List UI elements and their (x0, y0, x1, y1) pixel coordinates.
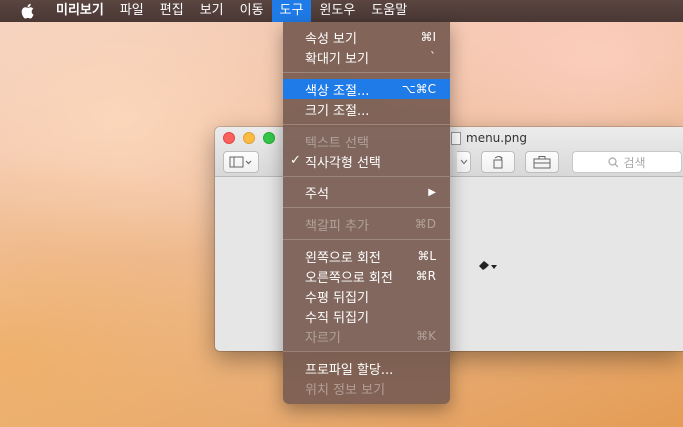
rotate-icon (493, 156, 503, 169)
close-window-button[interactable] (223, 132, 235, 144)
menu-item-rotate-left[interactable]: 왼쪽으로 회전 ⌘L (283, 246, 450, 266)
menu-item-label: 위치 정보 보기 (305, 382, 386, 398)
menu-item-label: 색상 조절... (305, 83, 370, 99)
menu-window[interactable]: 윈도우 (311, 0, 363, 22)
menu-item-show-magnifier[interactable]: 확대기 보기 ` (283, 47, 450, 67)
zoom-window-button[interactable] (263, 132, 275, 144)
menu-item-flip-horizontal[interactable]: 수평 뒤집기 (283, 286, 450, 306)
menu-item-adjust-size[interactable]: 크기 조절... (283, 99, 450, 119)
menu-view[interactable]: 보기 (192, 0, 232, 22)
menu-item-adjust-color[interactable]: 색상 조절... ⌥⌘C (283, 79, 450, 99)
menu-item-shortcut: ` (430, 50, 436, 64)
document-icon (451, 131, 461, 145)
menu-item-label: 프로파일 할당... (305, 362, 394, 378)
menu-item-rotate-right[interactable]: 오른쪽으로 회전 ⌘R (283, 266, 450, 286)
menu-item-show-inspector[interactable]: 속성 보기 ⌘I (283, 27, 450, 47)
menu-item-flip-vertical[interactable]: 수직 뒤집기 (283, 306, 450, 326)
menu-item-add-bookmark[interactable]: 책갈피 추가 ⌘D (283, 214, 450, 234)
menu-item-label: 직사각형 선택 (305, 155, 381, 171)
image-content-icon (477, 258, 499, 276)
window-title-text: menu.png (466, 131, 527, 145)
search-input[interactable]: 검색 (572, 151, 682, 173)
menu-help[interactable]: 도움말 (363, 0, 415, 22)
menu-item-shortcut: ⌘R (415, 269, 436, 283)
menu-item-show-location[interactable]: 위치 정보 보기 (283, 378, 450, 398)
menu-item-crop[interactable]: 자르기 ⌘K (283, 326, 450, 346)
menu-separator (283, 72, 450, 73)
menu-separator (283, 124, 450, 125)
menu-item-shortcut: ⌘K (416, 329, 436, 343)
menu-separator (283, 176, 450, 177)
submenu-arrow-icon: ▶ (428, 186, 436, 198)
menu-item-label: 텍스트 선택 (305, 135, 369, 151)
checkmark-icon: ✓ (290, 153, 301, 168)
menu-item-label: 크기 조절... (305, 103, 370, 119)
chevron-down-icon (460, 159, 467, 165)
menu-tools[interactable]: 도구 (271, 0, 312, 22)
menu-file[interactable]: 파일 (112, 0, 152, 22)
menu-item-label: 수직 뒤집기 (305, 310, 369, 326)
menu-item-label: 책갈피 추가 (305, 218, 369, 234)
menu-item-shortcut: ⌘L (417, 249, 436, 263)
menu-separator (283, 351, 450, 352)
menu-item-text-selection[interactable]: 텍스트 선택 (283, 131, 450, 151)
zoom-dropdown-button[interactable] (457, 151, 471, 173)
sidebar-icon (229, 156, 252, 168)
menu-item-label: 수평 뒤집기 (305, 290, 369, 306)
tools-menu: 속성 보기 ⌘I 확대기 보기 ` 색상 조절... ⌥⌘C 크기 조절... … (283, 22, 450, 404)
apple-logo-icon[interactable] (18, 0, 36, 22)
menu-app-name[interactable]: 미리보기 (48, 0, 112, 22)
menu-item-annotate[interactable]: 주석 ▶ (283, 182, 450, 202)
rotate-button[interactable] (481, 151, 515, 173)
toolbox-button[interactable] (525, 151, 559, 173)
menu-item-shortcut: ⌘D (414, 217, 436, 231)
menu-item-assign-profile[interactable]: 프로파일 할당... (283, 358, 450, 378)
menu-item-shortcut: ⌥⌘C (401, 82, 436, 96)
toolbox-icon (533, 155, 551, 168)
menu-item-label: 오른쪽으로 회전 (305, 270, 393, 286)
menu-item-label: 왼쪽으로 회전 (305, 250, 381, 266)
menu-item-label: 속성 보기 (305, 31, 357, 47)
sidebar-toggle-button[interactable] (223, 151, 259, 173)
menu-item-label: 자르기 (305, 330, 341, 346)
minimize-window-button[interactable] (243, 132, 255, 144)
menu-item-label: 확대기 보기 (305, 51, 369, 67)
menu-item-shortcut: ⌘I (420, 30, 436, 44)
menu-separator (283, 207, 450, 208)
menu-edit[interactable]: 편집 (152, 0, 192, 22)
menu-bar: 미리보기 파일 편집 보기 이동 도구 윈도우 도움말 (0, 0, 683, 22)
menu-separator (283, 239, 450, 240)
menu-go[interactable]: 이동 (232, 0, 272, 22)
window-title: menu.png (451, 130, 527, 146)
search-placeholder: 검색 (623, 155, 646, 170)
menu-item-label: 주석 (305, 186, 329, 202)
menu-item-rectangular-selection[interactable]: ✓ 직사각형 선택 (283, 151, 450, 171)
search-icon (608, 156, 619, 167)
